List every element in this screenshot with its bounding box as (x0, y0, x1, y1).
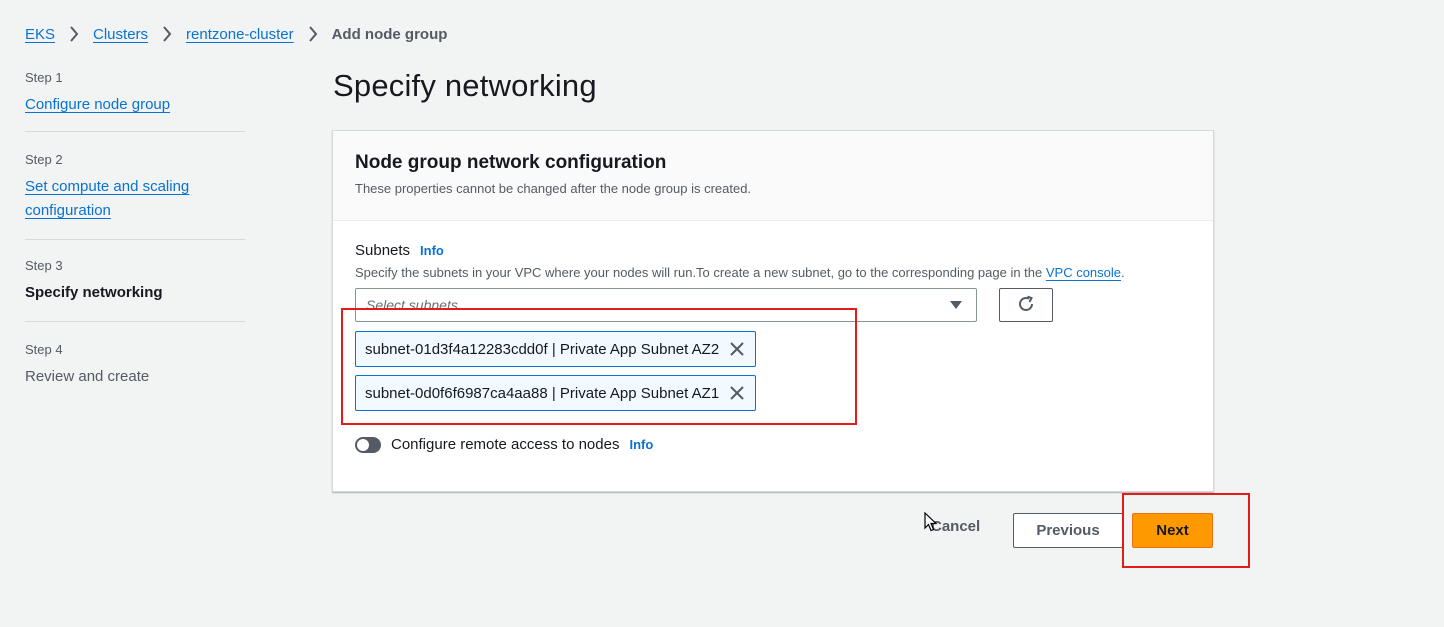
vpc-console-link[interactable]: VPC console (1046, 265, 1121, 280)
step-number: Step 2 (25, 152, 63, 167)
subnets-label-row: Subnets Info (355, 242, 1195, 259)
step-2: Step 2 Set compute and scaling configura… (25, 132, 245, 240)
remote-access-row: Configure remote access to nodes Info (355, 436, 653, 453)
subnets-label: Subnets (355, 242, 411, 259)
subnets-info-link[interactable]: Info (420, 243, 444, 258)
mouse-cursor-icon (924, 511, 938, 537)
subnets-description-end: . (1121, 265, 1125, 280)
remote-access-label: Configure remote access to nodes (391, 436, 620, 453)
refresh-subnets-button[interactable] (999, 288, 1053, 322)
page-title: Specify networking (333, 68, 597, 103)
panel-title: Node group network configuration (355, 152, 667, 173)
step-number: Step 1 (25, 70, 63, 85)
breadcrumb-cluster[interactable]: rentzone-cluster (186, 26, 294, 43)
wizard-steps: Step 1 Configure node group Step 2 Set c… (25, 68, 245, 389)
caret-down-icon (950, 301, 962, 309)
breadcrumb-current: Add node group (331, 25, 448, 43)
remote-access-toggle[interactable] (355, 436, 381, 453)
step-review-create: Review and create (25, 368, 150, 385)
breadcrumb: EKS Clusters rentzone-cluster Add node g… (25, 24, 447, 44)
annotation-highlight-next (1122, 493, 1250, 568)
refresh-icon (1016, 294, 1036, 317)
cancel-button[interactable]: Cancel (931, 518, 980, 535)
breadcrumb-clusters[interactable]: Clusters (93, 26, 148, 43)
step-number: Step 3 (25, 258, 63, 273)
chevron-right-icon (63, 24, 85, 44)
step-3: Step 3 Specify networking (25, 240, 245, 322)
panel-description: These properties cannot be changed after… (355, 181, 752, 196)
remote-access-info-link[interactable]: Info (629, 437, 653, 452)
step-link-compute-scaling[interactable]: Set compute and scaling configuration (25, 175, 215, 223)
chevron-right-icon (302, 24, 324, 44)
subnets-field: Subnets Info Specify the subnets in your… (355, 242, 1195, 280)
step-4: Step 4 Review and create (25, 322, 245, 389)
subnets-description: Specify the subnets in your VPC where yo… (355, 265, 1195, 280)
subnets-description-text: Specify the subnets in your VPC where yo… (355, 265, 1046, 280)
chevron-right-icon (156, 24, 178, 44)
breadcrumb-eks[interactable]: EKS (25, 26, 55, 43)
step-current-specify-networking: Specify networking (25, 284, 163, 301)
step-number: Step 4 (25, 342, 63, 357)
previous-button[interactable]: Previous (1013, 513, 1123, 548)
step-link-configure-node-group[interactable]: Configure node group (25, 96, 170, 113)
step-1: Step 1 Configure node group (25, 68, 245, 132)
panel-header: Node group network configuration These p… (333, 131, 1213, 221)
annotation-highlight-subnets (341, 308, 857, 425)
